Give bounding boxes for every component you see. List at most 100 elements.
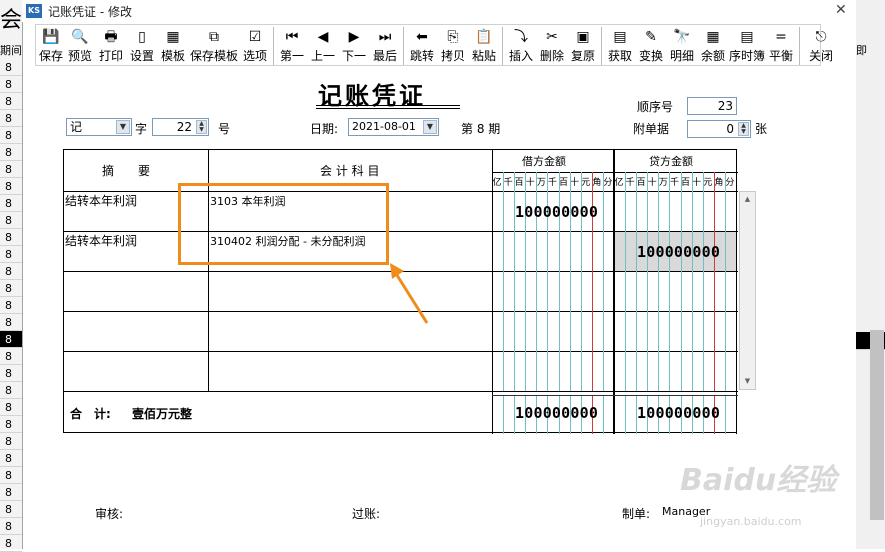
toolbar-button-21[interactable]: ▦ 余额	[698, 26, 728, 66]
maker-label: 制单:	[622, 507, 651, 521]
digit-column-line	[658, 172, 660, 391]
number-spinner-icon[interactable]: ▲ ▼	[196, 120, 207, 134]
toolbar-button-5[interactable]: ▦ 模板	[158, 26, 188, 66]
entry-summary: 结转本年利润	[65, 194, 138, 208]
digit-column-line	[503, 395, 505, 434]
options-icon: ☑	[248, 29, 262, 45]
first-icon: ⏮	[285, 29, 299, 45]
toolbar-button-14[interactable]: 📋 粘贴	[469, 26, 499, 66]
digit-column-line	[680, 172, 682, 391]
title-underline	[316, 105, 460, 106]
digit-unit-label: 十	[647, 178, 657, 188]
credit-header: 贷方金额	[649, 155, 693, 168]
toolbar-label: 变换	[638, 49, 663, 63]
toolbar-button-18[interactable]: ▤ 获取	[605, 26, 635, 66]
period-cell: 8	[0, 144, 22, 161]
period-column-header: 期间	[0, 44, 22, 57]
toolbar-button-22[interactable]: ▤ 序时簿	[729, 26, 765, 66]
toolbar-button-12[interactable]: ⬅ 跳转	[407, 26, 437, 66]
period-cell: 8	[0, 382, 22, 399]
transform-icon: ✎	[645, 29, 657, 45]
toolbar-button-16[interactable]: ✂ 删除	[537, 26, 567, 66]
chevron-down-icon[interactable]: ▼	[116, 120, 130, 134]
copy-icon: ⎘	[447, 29, 459, 45]
seq-field[interactable]: 23	[687, 97, 737, 115]
toolbar-button-8[interactable]: ⏮ 第一	[277, 26, 307, 66]
toolbar-button-13[interactable]: ⎘ 拷贝	[438, 26, 468, 66]
date-picker[interactable]: 2021-08-01 ▼	[348, 118, 439, 136]
entry-summary: 结转本年利润	[65, 234, 138, 248]
toolbar-button-15[interactable]: ⤵ 插入	[506, 26, 536, 66]
toolbar-label: 删除	[539, 49, 564, 63]
toolbar-separator	[502, 27, 503, 65]
toolbar-button-2[interactable]: 🔍 预览	[65, 26, 95, 66]
toolbar-button-7[interactable]: ☑ 选项	[240, 26, 270, 66]
period-cell: 8	[0, 501, 22, 518]
period-cell: 8	[0, 229, 22, 246]
attach-spinner-icon[interactable]: ▲ ▼	[738, 122, 749, 136]
period-cell: 8	[0, 212, 22, 229]
toolbar-label: 粘贴	[471, 49, 496, 63]
toolbar-button-17[interactable]: ▣ 复原	[568, 26, 598, 66]
total-in-words: 壹佰万元整	[132, 407, 193, 421]
toolbar-button-4[interactable]: ▯ 设置	[127, 26, 157, 66]
annotation-arrow-icon	[390, 263, 429, 324]
toolbar-button-24[interactable]: ⎋ 关闭	[803, 26, 839, 66]
equal-icon: =	[775, 29, 787, 45]
toolbar-button-19[interactable]: ✎ 变换	[636, 26, 666, 66]
print-icon: 🖶	[104, 29, 118, 45]
toolbar-label: 明细	[669, 49, 694, 63]
toolbar-button-6[interactable]: ⧉ 保存模板	[189, 26, 239, 66]
digit-unit-label: 千	[547, 178, 557, 188]
digit-unit-label: 十	[692, 178, 702, 188]
paste-icon: 📋	[475, 29, 493, 45]
period-cell: 8	[0, 535, 22, 552]
toolbar-label: 序时簿	[729, 49, 766, 63]
last-icon: ⏭	[378, 29, 392, 45]
digit-unit-label: 角	[592, 178, 602, 188]
toolbar-label: 余额	[700, 49, 725, 63]
period-cell: 8	[0, 331, 22, 348]
close-icon[interactable]: ✕	[835, 2, 847, 18]
attach-count-field[interactable]: 0 ▲ ▼	[687, 120, 751, 138]
toolbar-button-1[interactable]: 💾 保存	[38, 26, 64, 66]
voucher-number-field[interactable]: 22 ▲ ▼	[152, 118, 209, 136]
toolbar-button-20[interactable]: 🔭 明细	[667, 26, 697, 66]
background-scrollbar-thumb[interactable]	[870, 330, 884, 520]
post-label: 过账:	[352, 507, 381, 521]
calendar-dropdown-icon[interactable]: ▼	[423, 120, 437, 134]
toolbar-button-3[interactable]: 🖶 打印	[96, 26, 126, 66]
title-underline-2	[316, 108, 460, 109]
toolbar-label: 保存	[38, 49, 63, 63]
toolbar-button-9[interactable]: ◀ 上一	[308, 26, 338, 66]
digit-column-line	[602, 395, 604, 434]
digit-unit-label: 百	[681, 178, 691, 188]
detail-icon: 🔭	[673, 29, 691, 45]
voucher-type-select[interactable]: 记 ▼	[66, 118, 132, 136]
period-cell: 8	[0, 76, 22, 93]
period-cell: 8	[0, 110, 22, 127]
preview-icon: 🔍	[71, 29, 89, 45]
digit-column-line	[625, 172, 627, 391]
account-header: 会 计 科 目	[320, 164, 380, 178]
period-cell: 8	[0, 93, 22, 110]
hao-label: 号	[218, 122, 231, 136]
period-cell: 8	[0, 365, 22, 382]
toolbar-label: 平衡	[768, 49, 793, 63]
toolbar-label: 拷贝	[440, 49, 465, 63]
digit-unit-label: 角	[714, 178, 724, 188]
toolbar-button-23[interactable]: = 平衡	[766, 26, 796, 66]
toolbar-separator	[403, 27, 404, 65]
column-divider	[613, 150, 615, 434]
delete-icon: ✂	[546, 29, 558, 45]
entries-scrollbar[interactable]: ▲ ▼	[739, 191, 756, 390]
date-value: 2021-08-01	[352, 120, 416, 133]
toolbar-button-11[interactable]: ⏭ 最后	[370, 26, 400, 66]
digit-column-line	[713, 172, 715, 391]
digit-unit-label: 百	[636, 178, 646, 188]
scroll-up-icon[interactable]: ▲	[741, 193, 754, 206]
scroll-down-icon[interactable]: ▼	[741, 375, 754, 388]
digit-unit-label: 万	[536, 178, 546, 188]
toolbar-button-10[interactable]: ▶ 下一	[339, 26, 369, 66]
toolbar-separator	[601, 27, 602, 65]
